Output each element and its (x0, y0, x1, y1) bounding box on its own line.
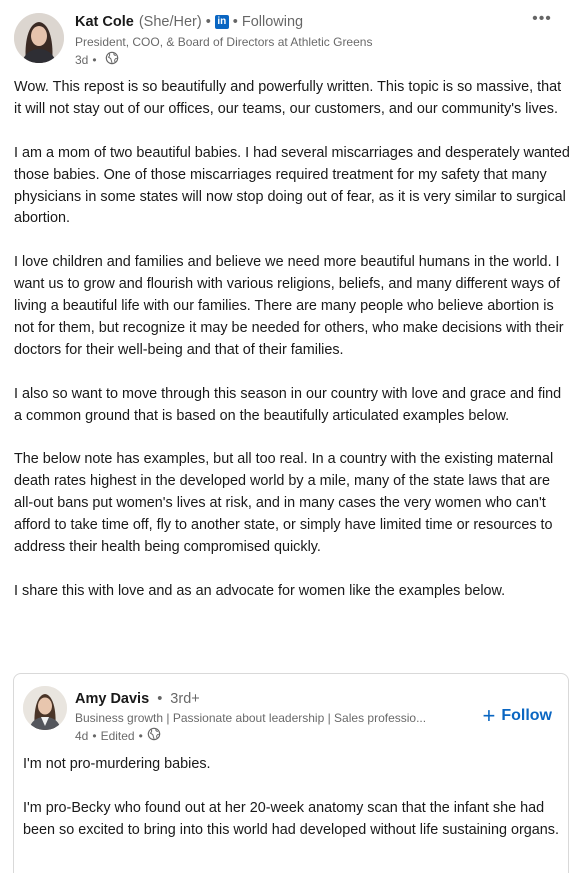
post-time[interactable]: 3d (75, 52, 88, 68)
reshared-timestamp-row: 4d • Edited • (75, 727, 465, 745)
reshared-author-meta: Amy Davis • 3rd+ Business growth | Passi… (75, 689, 465, 745)
post-body: Wow. This repost is so beautifully and p… (14, 77, 570, 603)
post-header: Kat Cole (She/Her) • in • Following Pres… (14, 10, 559, 68)
separator-dot: • (157, 691, 163, 707)
reshared-time[interactable]: 4d (75, 728, 88, 744)
reshared-post-card[interactable]: Amy Davis • 3rd+ Business growth | Passi… (13, 673, 569, 873)
reshared-post-body: I'm not pro-murdering babies. I'm pro-Be… (23, 754, 563, 864)
linkedin-premium-icon: in (214, 15, 229, 29)
globe-icon (105, 51, 119, 69)
more-options-icon[interactable]: ••• (529, 10, 555, 30)
separator-dot: • (138, 729, 143, 743)
follow-label: Follow (501, 707, 552, 724)
post-paragraph: I also so want to move through this seas… (14, 385, 562, 424)
post-paragraph: I am a mom of two beautiful babies. I ha… (14, 144, 570, 227)
edited-label: Edited (100, 729, 135, 743)
author-name[interactable]: Kat Cole (75, 12, 134, 32)
author-meta: Kat Cole (She/Her) • in • Following Pres… (75, 12, 559, 69)
reshared-author-avatar[interactable] (23, 686, 67, 730)
connection-status: Following (241, 14, 304, 30)
post-paragraph: The below note has examples, but all too… (14, 451, 554, 555)
author-avatar[interactable] (14, 13, 64, 63)
separator-dot: • (232, 14, 238, 30)
separator-dot: • (205, 14, 211, 30)
separator-dot: • (92, 729, 97, 743)
reshared-paragraph: I'm pro-Becky who found out at her 20-we… (23, 799, 559, 838)
globe-icon (147, 727, 161, 745)
separator-dot: • (92, 53, 97, 67)
plus-icon: + (482, 703, 496, 728)
post-paragraph: Wow. This repost is so beautifully and p… (14, 79, 562, 117)
post-timestamp-row: 3d • (75, 51, 559, 69)
post-paragraph: I love children and families and believe… (14, 254, 564, 358)
author-headline: President, COO, & Board of Directors at … (75, 35, 373, 49)
post-paragraph: I share this with love and as an advocat… (14, 582, 506, 599)
author-pronouns: (She/Her) (138, 14, 202, 30)
reshared-paragraph: I'm not pro-murdering babies. (23, 756, 211, 772)
reshared-author-name[interactable]: Amy Davis (75, 691, 149, 707)
reshared-author-headline: Business growth | Passionate about leade… (75, 711, 427, 725)
connection-degree: 3rd+ (170, 691, 200, 707)
follow-button[interactable]: + Follow (482, 703, 552, 728)
